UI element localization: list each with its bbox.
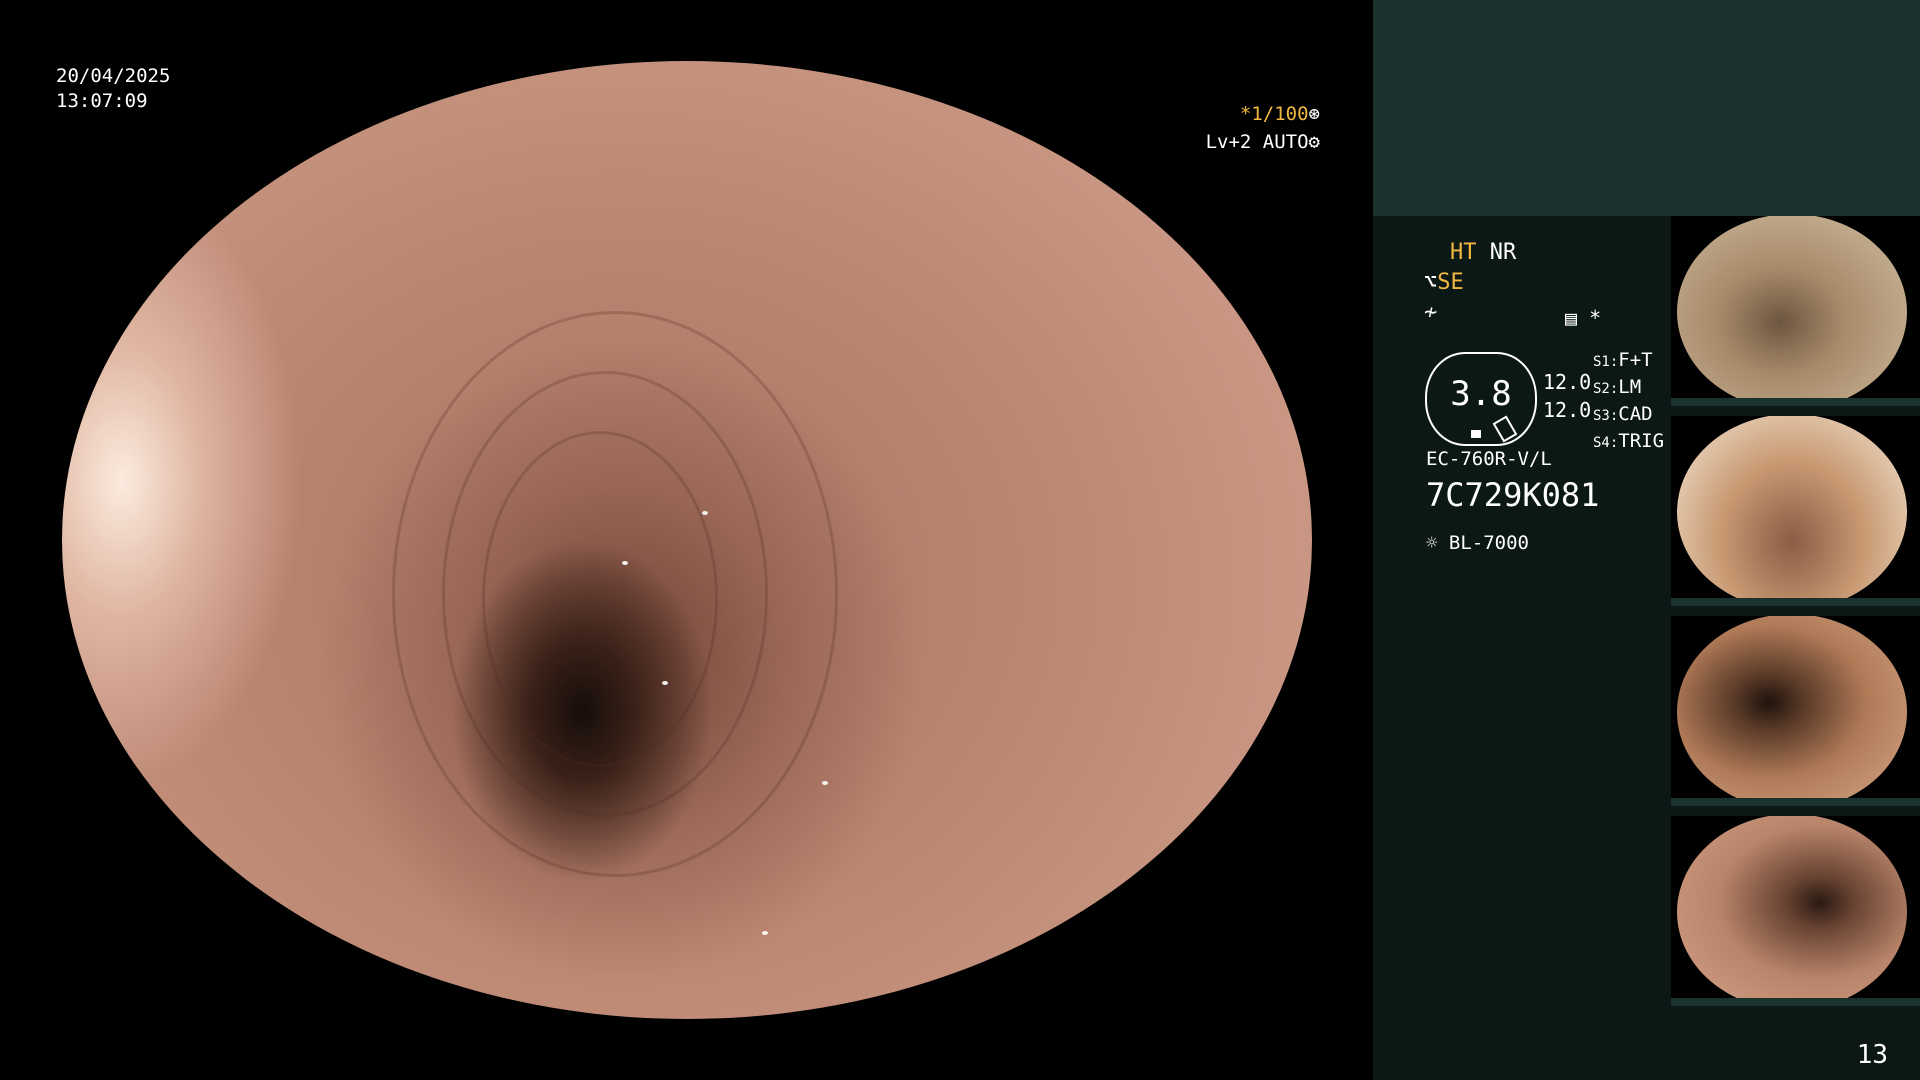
mucosal-fold [482, 431, 718, 767]
gauge-value: 3.8 [1450, 374, 1512, 414]
aperture-icon: ⊛ [1308, 103, 1320, 125]
document-icon: ▤ [1565, 306, 1578, 330]
freeze-icon: ≁ [1424, 300, 1438, 325]
thumbnail-1[interactable] [1671, 216, 1920, 406]
s1-value: F+T [1618, 349, 1653, 371]
light-source-model: BL-7000 [1448, 532, 1529, 554]
s2-key: S2: [1593, 381, 1619, 397]
brightness-level: Lv+2 [1205, 131, 1252, 153]
shutter-speed: *1/100 [1239, 103, 1309, 125]
s2-value: LM [1618, 376, 1642, 398]
s1-key: S1: [1593, 354, 1619, 370]
panel-header [1373, 0, 1920, 216]
scope-bend-icon: ⌥ [1424, 270, 1438, 295]
exposure-info: *1/100⊛ Lv+2 AUTO⚙ [1195, 100, 1320, 156]
light-reflection [822, 781, 828, 785]
date-time-display: 20/04/2025 13:07:09 [56, 64, 170, 114]
s3-key: S3: [1593, 408, 1619, 424]
se-label: SE [1437, 270, 1464, 295]
light-reflection [832, 69, 838, 73]
s4-key: S4: [1593, 435, 1619, 451]
thumbnail-image [1677, 216, 1907, 406]
light-reflection [762, 931, 768, 935]
settings-icon: ⚙ [1308, 131, 1320, 153]
time-text: 13:07:09 [56, 90, 148, 112]
value-2: 12.0 [1543, 398, 1592, 422]
light-reflection [622, 561, 628, 565]
thumbnail-2[interactable] [1671, 416, 1920, 606]
status-panel: HT NR ⌥SE ≁ ▤ * 3.8 12.0 12.0 S1:F+T S2:… [1373, 0, 1920, 1080]
thumbnail-bar [1671, 398, 1920, 406]
switch-settings: S1:F+T S2:LM S3:CAD S4:TRIG [1593, 348, 1664, 456]
scope-serial: 7C729K081 [1426, 476, 1600, 514]
thumbnail-3[interactable] [1671, 616, 1920, 806]
endoscopy-view-area: 20/04/2025 13:07:09 *1/100⊛ Lv+2 AUTO⚙ [0, 0, 1373, 1080]
value-1: 12.0 [1543, 370, 1592, 394]
light-source-icon: ☼ [1426, 532, 1438, 554]
scope-gauge: 3.8 [1425, 352, 1537, 446]
thumbnail-image [1677, 416, 1907, 606]
gauge-indicator-icon [1492, 415, 1518, 443]
date-text: 20/04/2025 [56, 65, 171, 87]
exposure-mode: AUTO [1262, 131, 1309, 153]
ht-label: HT [1450, 240, 1477, 265]
gauge-marker [1471, 430, 1481, 438]
page-number: 13 [1856, 1040, 1888, 1070]
light-reflection [702, 511, 708, 515]
thumbnail-image [1677, 816, 1907, 1006]
nr-label: NR [1489, 240, 1517, 265]
thumbnail-bar [1671, 998, 1920, 1006]
star-marker: * [1589, 306, 1602, 330]
thumbnail-image [1677, 616, 1907, 806]
s4-value: TRIG [1618, 430, 1665, 452]
thumbnail-4[interactable] [1671, 816, 1920, 1006]
endoscopic-image [62, 61, 1312, 1019]
scope-model: EC-760R-V/L [1426, 448, 1552, 470]
light-reflection [662, 681, 668, 685]
s3-value: CAD [1618, 403, 1653, 425]
thumbnail-bar [1671, 798, 1920, 806]
thumbnail-bar [1671, 598, 1920, 606]
